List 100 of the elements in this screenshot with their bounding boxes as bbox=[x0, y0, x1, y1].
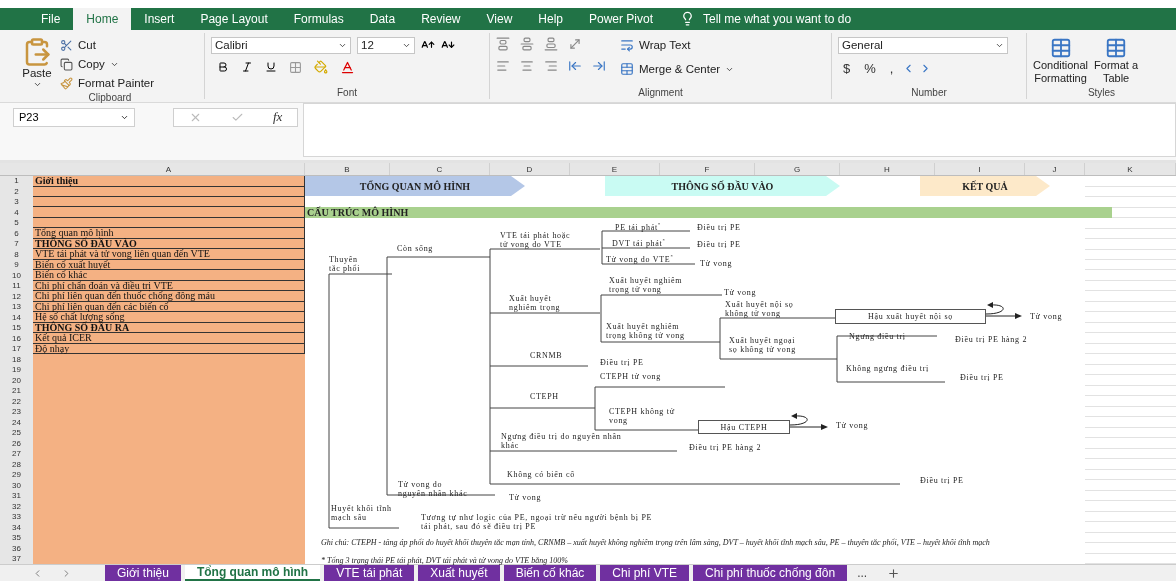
row-number[interactable]: 25 bbox=[0, 428, 33, 439]
align-left-icon[interactable] bbox=[496, 58, 510, 73]
decrease-indent-icon[interactable] bbox=[568, 58, 582, 73]
add-sheet-icon[interactable] bbox=[887, 566, 901, 580]
row-number[interactable]: 23 bbox=[0, 407, 33, 418]
orientation-icon[interactable] bbox=[568, 36, 582, 51]
row-number[interactable]: 19 bbox=[0, 365, 33, 376]
column-header[interactable]: E bbox=[570, 163, 660, 175]
menu-tab[interactable]: Home bbox=[73, 7, 132, 30]
column-header[interactable]: H bbox=[840, 163, 935, 175]
row-number[interactable]: 14 bbox=[0, 312, 33, 323]
row-number[interactable]: 35 bbox=[0, 533, 33, 544]
more-tabs-button[interactable]: ... bbox=[851, 565, 874, 581]
row-number[interactable]: 13 bbox=[0, 302, 33, 313]
menu-tab[interactable]: Formulas bbox=[280, 7, 357, 30]
column-header[interactable]: G bbox=[755, 163, 840, 175]
menu-tab[interactable]: File bbox=[28, 7, 74, 30]
top-align-icon[interactable] bbox=[496, 36, 510, 51]
column-header[interactable]: C bbox=[390, 163, 490, 175]
borders-icon[interactable] bbox=[289, 60, 302, 74]
column-header[interactable]: F bbox=[660, 163, 755, 175]
menu-tab[interactable]: Review bbox=[408, 7, 474, 30]
row-number[interactable]: 15 bbox=[0, 323, 33, 334]
row-number[interactable]: 18 bbox=[0, 354, 33, 365]
row-number[interactable]: 32 bbox=[0, 501, 33, 512]
sheet-tab[interactable]: Chi phí VTE bbox=[600, 565, 690, 581]
row-number[interactable]: 22 bbox=[0, 396, 33, 407]
row-number[interactable]: 34 bbox=[0, 522, 33, 533]
menu-tab[interactable]: Insert bbox=[131, 7, 188, 30]
column-header[interactable]: D bbox=[490, 163, 570, 175]
row-number[interactable]: 10 bbox=[0, 270, 33, 281]
cut-button[interactable]: Cut bbox=[60, 36, 155, 54]
row-number[interactable]: 9 bbox=[0, 260, 33, 271]
sheet-tab[interactable]: VTE tái phát bbox=[324, 565, 415, 581]
row-number[interactable]: 6 bbox=[0, 228, 33, 239]
row-number[interactable]: 21 bbox=[0, 386, 33, 397]
column-header[interactable]: B bbox=[305, 163, 390, 175]
menu-tab[interactable]: View bbox=[473, 7, 526, 30]
tell-me-search[interactable]: Tell me what you want to do bbox=[703, 11, 852, 26]
styles-button[interactable]: Conditional Formatting bbox=[1033, 36, 1089, 87]
align-center-icon[interactable] bbox=[520, 58, 534, 73]
sheet-tab[interactable]: Biến cố khác bbox=[503, 565, 597, 581]
row-number[interactable]: 20 bbox=[0, 375, 33, 386]
fill-color-icon[interactable] bbox=[314, 60, 328, 75]
menu-tab[interactable]: Data bbox=[356, 7, 409, 30]
row-number[interactable]: 17 bbox=[0, 344, 33, 355]
sheet-tab[interactable]: Chi phí thuốc chống đôn bbox=[693, 565, 848, 581]
font-size-field[interactable]: 12 bbox=[357, 36, 415, 54]
row-number[interactable]: 1 bbox=[0, 176, 33, 187]
row-number[interactable]: 29 bbox=[0, 470, 33, 481]
formula-field[interactable] bbox=[303, 102, 1176, 157]
row-number[interactable]: 30 bbox=[0, 480, 33, 491]
column-header[interactable]: K bbox=[1085, 163, 1176, 175]
sheet-tab[interactable]: Tổng quan mô hình bbox=[184, 565, 321, 581]
bold-icon[interactable] bbox=[217, 61, 229, 74]
merge-center-button[interactable]: Merge & Center bbox=[620, 60, 735, 78]
menu-tab[interactable]: Help bbox=[525, 7, 576, 30]
column-header[interactable]: A bbox=[33, 163, 305, 175]
menu-tab[interactable]: Page Layout bbox=[187, 7, 281, 30]
row-number[interactable]: 16 bbox=[0, 333, 33, 344]
menu-tab[interactable]: Power Pivot bbox=[576, 7, 666, 30]
row-number[interactable]: 24 bbox=[0, 417, 33, 428]
number-format-button[interactable]: $ bbox=[838, 60, 856, 76]
sheet-tab[interactable]: Xuất huyết bbox=[418, 565, 500, 581]
column-header[interactable]: J bbox=[1025, 163, 1085, 175]
font-name-field[interactable]: Calibri bbox=[211, 36, 351, 54]
row-number[interactable]: 7 bbox=[0, 239, 33, 250]
italic-icon[interactable] bbox=[241, 61, 253, 74]
row-number[interactable]: 31 bbox=[0, 491, 33, 502]
row-number[interactable]: 11 bbox=[0, 281, 33, 292]
copy-button[interactable]: Copy bbox=[60, 55, 155, 73]
wrap-text-button[interactable]: Wrap Text bbox=[620, 36, 735, 54]
styles-button[interactable]: Format a Table bbox=[1094, 36, 1139, 87]
row-number[interactable]: 28 bbox=[0, 459, 33, 470]
row-number[interactable]: 33 bbox=[0, 512, 33, 523]
number-format-button[interactable]: , bbox=[884, 60, 899, 76]
row-number[interactable]: 3 bbox=[0, 197, 33, 208]
row-number[interactable]: 36 bbox=[0, 543, 33, 554]
row-number[interactable]: 2 bbox=[0, 186, 33, 197]
column-header[interactable]: I bbox=[935, 163, 1025, 175]
name-box[interactable]: P23 bbox=[13, 107, 135, 127]
row-number[interactable]: 8 bbox=[0, 249, 33, 260]
format-painter-button[interactable]: Format Painter bbox=[60, 74, 155, 92]
number-format-button[interactable]: % bbox=[859, 60, 881, 76]
row-number[interactable]: 5 bbox=[0, 218, 33, 229]
row-number[interactable]: 27 bbox=[0, 449, 33, 460]
lightbulb-icon[interactable] bbox=[680, 11, 695, 27]
paste-button[interactable]: Paste bbox=[22, 36, 52, 92]
align-right-icon[interactable] bbox=[544, 58, 558, 73]
bottom-align-icon[interactable] bbox=[544, 36, 558, 51]
row-number[interactable]: 12 bbox=[0, 291, 33, 302]
number-format-field[interactable]: General bbox=[838, 36, 1008, 54]
row-number[interactable]: 4 bbox=[0, 207, 33, 218]
sheet-tab[interactable]: Giới thiệu bbox=[105, 565, 181, 581]
middle-align-icon[interactable] bbox=[520, 36, 534, 51]
insert-function-button[interactable]: fx bbox=[273, 109, 283, 126]
row-number[interactable]: 26 bbox=[0, 438, 33, 449]
font-color-icon[interactable] bbox=[340, 59, 355, 75]
underline-icon[interactable] bbox=[265, 61, 277, 74]
increase-indent-icon[interactable] bbox=[592, 58, 606, 73]
